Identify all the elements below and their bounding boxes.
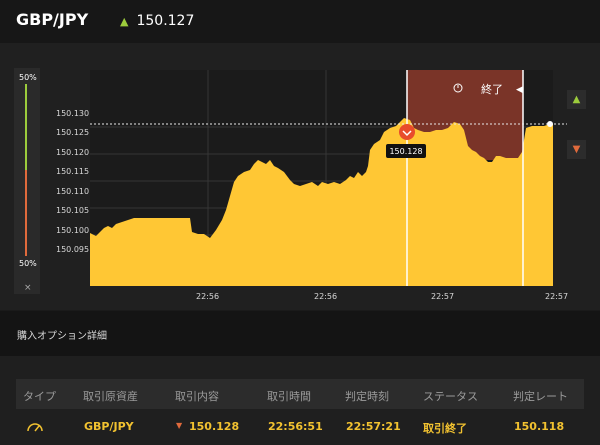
entry-marker-icon — [399, 124, 415, 140]
asset-cell: GBP/JPY — [84, 420, 134, 433]
expiry-text: 終了 — [481, 82, 503, 96]
table-header: タイプ 取引原資産 取引内容 取引時間 判定時刻 ステータス 判定レート — [16, 379, 584, 409]
column-header: 判定レート — [513, 390, 568, 403]
x-tick: 22:56 — [196, 292, 219, 301]
down-chevron-icon: ▼ — [572, 144, 581, 155]
y-tick: 150.125 — [56, 128, 89, 137]
x-axis: 22:56 22:56 22:57 22:57 — [196, 292, 568, 301]
down-arrow-icon: ▼ — [176, 421, 183, 430]
left-arrow-icon: ◀ — [516, 85, 523, 95]
y-axis: 150.130 150.125 150.120 150.115 150.110 … — [56, 109, 89, 254]
content-cell: 150.128 — [189, 420, 240, 433]
table-row[interactable]: GBP/JPY ▼ 150.128 22:56:51 22:57:21 取引終了… — [16, 409, 584, 445]
options-table: タイプ 取引原資産 取引内容 取引時間 判定時刻 ステータス 判定レート GBP… — [0, 356, 600, 445]
time-cell: 22:56:51 — [268, 420, 323, 433]
section-title: 購入オプション詳細 — [17, 331, 107, 342]
entry-price-label: 150.128 — [389, 147, 422, 156]
section-header: 購入オプション詳細 — [0, 311, 600, 356]
price-chart: 150.130 150.125 150.120 150.115 150.110 … — [56, 70, 568, 301]
buy-high-button[interactable]: ▲ — [567, 90, 586, 109]
column-header: 取引原資産 — [83, 390, 138, 403]
y-tick: 150.095 — [56, 245, 89, 254]
up-chevron-icon: ▲ — [572, 94, 581, 105]
y-tick: 150.115 — [56, 167, 89, 176]
x-tick: 22:57 — [545, 292, 568, 301]
column-header: 判定時刻 — [345, 390, 389, 403]
y-tick: 150.110 — [56, 187, 89, 196]
current-price-dot — [547, 121, 553, 127]
y-tick: 150.100 — [56, 226, 89, 235]
y-tick: 150.120 — [56, 148, 89, 157]
column-header: タイプ — [23, 390, 56, 403]
rate-cell: 150.118 — [514, 420, 565, 433]
gauge-icon — [27, 423, 43, 432]
column-header: 取引時間 — [267, 390, 311, 403]
buy-low-button[interactable]: ▼ — [567, 140, 586, 159]
x-tick: 22:57 — [431, 292, 454, 301]
x-tick: 22:56 — [314, 292, 337, 301]
y-tick: 150.105 — [56, 206, 89, 215]
judge-time-cell: 22:57:21 — [346, 420, 401, 433]
status-cell: 取引終了 — [423, 422, 467, 435]
column-header: ステータス — [423, 390, 478, 403]
y-tick: 150.130 — [56, 109, 89, 118]
column-header: 取引内容 — [175, 390, 219, 403]
